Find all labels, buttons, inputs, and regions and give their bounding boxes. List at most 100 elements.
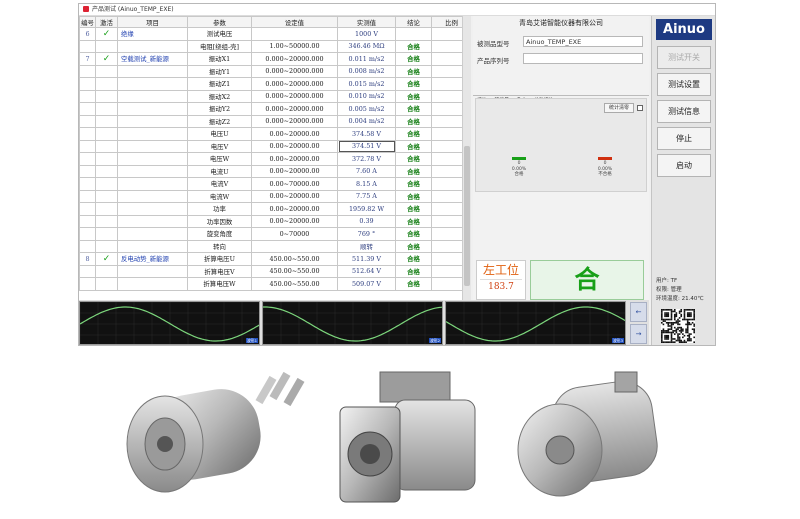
column-header: 设定值 xyxy=(251,16,338,28)
station-label: 左工位 xyxy=(482,263,519,277)
row-number: 8 xyxy=(79,252,96,266)
table-row[interactable]: 振动Z1 0.000~20000.000 0.015 m/s2 合格 xyxy=(79,77,470,91)
table-row[interactable]: 6 ✓ 绝缘 测试电压 1000 V xyxy=(79,27,470,41)
start-button[interactable]: 启动 xyxy=(657,154,711,177)
row-number xyxy=(79,277,96,291)
company-name: 青岛艾诺智能仪器有限公司 xyxy=(519,19,603,27)
param-name: 振动Z1 xyxy=(187,77,252,91)
result-value: 合格 xyxy=(395,214,432,228)
table-row[interactable]: 电流W 0.00~20000.00 7.75 A 合格 xyxy=(79,189,470,203)
param-name: 电阻[绕组-壳] xyxy=(187,39,252,53)
table-row[interactable]: 旋变角度 0~70000 769 ° 合格 xyxy=(79,227,470,241)
table-row[interactable]: 转向 顺转 合格 xyxy=(79,239,470,253)
item-name xyxy=(117,77,188,91)
table-scrollbar[interactable] xyxy=(462,16,471,300)
table-row[interactable]: 电阻[绕组-壳] 1.00~50000.00 346.46 MΩ 合格 xyxy=(79,39,470,53)
param-name: 电流V xyxy=(187,177,252,191)
setting-range: 0.000~20000.000 xyxy=(251,64,338,78)
item-name xyxy=(117,139,188,153)
table-row[interactable]: 功率 0.00~20000.00 1959.82 W 合格 xyxy=(79,202,470,216)
item-name xyxy=(117,164,188,178)
table-row[interactable]: 功率因数 0.00~20000.00 0.39 合格 xyxy=(79,214,470,228)
result-value: 合格 xyxy=(395,239,432,253)
active-check xyxy=(95,202,118,216)
item-name xyxy=(117,239,188,253)
table-row[interactable]: 电压W 0.00~20000.00 372.78 V 合格 xyxy=(79,152,470,166)
table-row[interactable]: 7 ✓ 空载测试_新能源 振动X1 0.000~20000.000 0.011 m/s2 合… xyxy=(79,52,470,66)
active-check xyxy=(95,114,118,128)
table-row[interactable]: 电流U 0.00~20000.00 7.60 A 合格 xyxy=(79,164,470,178)
table-row[interactable]: 电压V 0.00~20000.00 374.51 V 合格 xyxy=(79,139,470,153)
measured-value: 512.64 V xyxy=(337,264,396,278)
stats-panel: 统计清零 0 0.00% 合格 0 0.00% 不合格 xyxy=(475,98,647,192)
param-name: 电压V xyxy=(187,139,252,153)
measured-value: 0.015 m/s2 xyxy=(337,77,396,91)
measured-value: 0.004 m/s2 xyxy=(337,114,396,128)
active-check xyxy=(95,64,118,78)
setting-range: 0~70000 xyxy=(251,227,338,241)
wave-prev-button[interactable]: ← xyxy=(630,302,647,322)
measured-value: 顺转 xyxy=(337,239,396,253)
result-value: 合格 xyxy=(395,164,432,178)
stop-button[interactable]: 停止 xyxy=(657,127,711,150)
control-sidebar: Ainuo 测试开关 测试设置 测试信息 停止 启动 用户: TF 权限: 管理… xyxy=(651,16,715,345)
motor-photo-1 xyxy=(126,371,305,493)
row-number xyxy=(79,127,96,141)
row-number xyxy=(79,239,96,253)
active-check xyxy=(95,77,118,91)
active-check xyxy=(95,227,118,241)
pass-label: 合格 xyxy=(514,172,524,177)
row-number: 7 xyxy=(79,52,96,66)
model-field[interactable]: Ainuo_TEMP_EXE xyxy=(523,36,643,47)
table-row[interactable]: 折算电压W 450.00~550.00 509.07 V 合格 xyxy=(79,277,470,291)
result-value: 合格 xyxy=(395,277,432,291)
active-check xyxy=(95,277,118,291)
table-row[interactable]: 振动Z2 0.000~20000.000 0.004 m/s2 合格 xyxy=(79,114,470,128)
table-row[interactable]: 振动Y1 0.000~20000.000 0.008 m/s2 合格 xyxy=(79,64,470,78)
setting-range: 1.00~50000.00 xyxy=(251,39,338,53)
table-row[interactable]: 电压U 0.00~20000.00 374.58 V 合格 xyxy=(79,127,470,141)
setting-range xyxy=(251,239,338,253)
test-switch-button[interactable]: 测试开关 xyxy=(657,46,711,69)
test-info-button[interactable]: 测试信息 xyxy=(657,100,711,123)
item-name xyxy=(117,39,188,53)
item-name xyxy=(117,189,188,203)
test-settings-button[interactable]: 测试设置 xyxy=(657,73,711,96)
table-row[interactable]: 振动X2 0.000~20000.000 0.010 m/s2 合格 xyxy=(79,89,470,103)
setting-range: 0.000~20000.000 xyxy=(251,77,338,91)
setting-range: 450.00~550.00 xyxy=(251,264,338,278)
waveform-1-plot xyxy=(80,302,259,344)
scrollbar-thumb[interactable] xyxy=(464,146,470,286)
model-label: 被测品型号 xyxy=(477,40,510,48)
clear-stats-checkbox[interactable] xyxy=(637,105,643,111)
active-check xyxy=(95,127,118,141)
table-row[interactable]: 8 ✓ 反电动势_新能源 折算电压U 450.00~550.00 511.39 V 合格 xyxy=(79,252,470,266)
table-row[interactable]: 振动Y2 0.000~20000.000 0.005 m/s2 合格 xyxy=(79,102,470,116)
measured-value: 0.011 m/s2 xyxy=(337,52,396,66)
result-value: 合格 xyxy=(395,252,432,266)
clear-stats-button[interactable]: 统计清零 xyxy=(604,103,634,113)
wave-next-button[interactable]: → xyxy=(630,324,647,344)
row-number xyxy=(79,177,96,191)
row-number xyxy=(79,214,96,228)
column-header: 编号 xyxy=(79,16,96,28)
ambient-temp: 环境温度: 21.40℃ xyxy=(656,296,704,302)
waveform-area: 波形1 波形2 波形3 ← → xyxy=(79,300,649,345)
item-name xyxy=(117,64,188,78)
table-row[interactable]: 折算电压V 450.00~550.00 512.64 V 合格 xyxy=(79,264,470,278)
serial-input[interactable] xyxy=(523,53,643,64)
row-number xyxy=(79,202,96,216)
active-check xyxy=(95,89,118,103)
param-name: 振动Y2 xyxy=(187,102,252,116)
setting-range: 450.00~550.00 xyxy=(251,277,338,291)
active-check: ✓ xyxy=(95,27,118,41)
waveform-2: 波形2 xyxy=(262,301,443,345)
item-name: 反电动势_新能源 xyxy=(117,252,188,266)
row-number xyxy=(79,152,96,166)
waveform-3-plot xyxy=(446,302,625,344)
table-row[interactable]: 电流V 0.00~70000.00 8.15 A 合格 xyxy=(79,177,470,191)
row-number xyxy=(79,227,96,241)
app-window: 产品测试 (Ainuo_TEMP_EXE) 编号 激活 项目 参数 设定值 实测值 结论 比例… xyxy=(78,3,716,346)
setting-range: 0.00~70000.00 xyxy=(251,177,338,191)
active-check xyxy=(95,102,118,116)
